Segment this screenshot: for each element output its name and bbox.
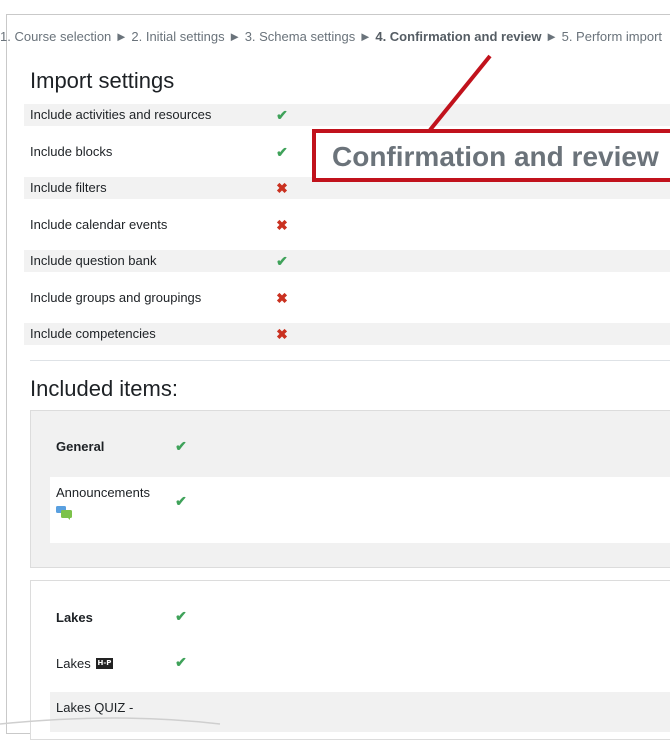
cross-icon: ✖ xyxy=(276,217,288,233)
setting-row: Include question bank ✔ xyxy=(24,250,670,272)
setting-label: Include calendar events xyxy=(30,217,168,232)
item-label-lakes: Lakes xyxy=(56,656,91,671)
setting-label: Include groups and groupings xyxy=(30,290,202,305)
setting-label: Include question bank xyxy=(30,253,157,268)
setting-row: Include competencies ✖ xyxy=(24,323,670,345)
cross-icon: ✖ xyxy=(276,326,288,342)
callout-text: Confirmation and review xyxy=(332,141,659,172)
section-name-general: General xyxy=(56,439,105,454)
section-divider xyxy=(30,360,670,361)
setting-label: Include competencies xyxy=(30,326,156,341)
check-icon: ✔ xyxy=(276,253,288,269)
setting-row: Include calendar events ✖ xyxy=(24,214,670,236)
check-icon[interactable]: ✔ xyxy=(173,654,189,671)
check-icon: ✔ xyxy=(276,144,288,160)
page-curl xyxy=(0,717,221,725)
setting-row: Include groups and groupings ✖ xyxy=(24,287,670,309)
h5p-icon: H-P xyxy=(96,658,113,669)
check-icon[interactable]: ✔ xyxy=(173,438,189,455)
included-items-heading: Included items: xyxy=(30,376,178,401)
callout-pointer-line xyxy=(428,54,492,132)
check-icon[interactable]: ✔ xyxy=(173,493,189,510)
cross-icon: ✖ xyxy=(276,290,288,306)
setting-label: Include blocks xyxy=(30,144,113,159)
setting-label: Include filters xyxy=(30,180,107,195)
forum-icon xyxy=(56,506,72,520)
item-label-announcements: Announcements xyxy=(56,485,150,500)
section-name-lakes: Lakes xyxy=(56,610,93,625)
check-icon[interactable]: ✔ xyxy=(173,608,189,625)
cross-icon: ✖ xyxy=(276,180,288,196)
